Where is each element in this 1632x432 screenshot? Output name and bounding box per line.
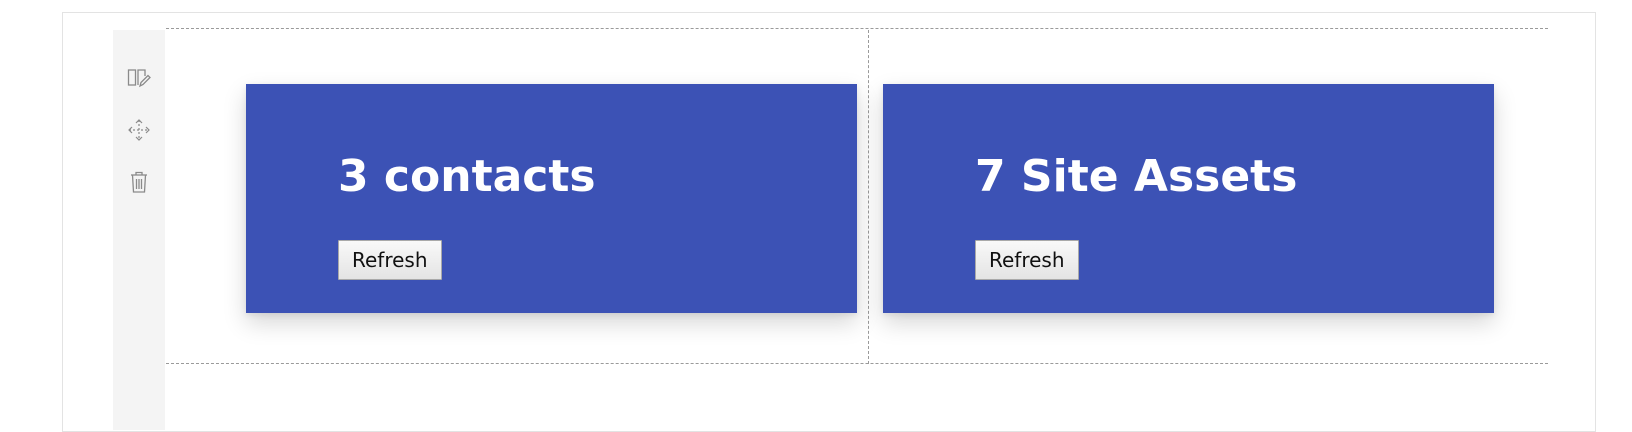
contacts-refresh-button[interactable]: Refresh xyxy=(338,240,442,280)
column-divider xyxy=(868,30,869,364)
edit-webpart-icon xyxy=(127,69,151,88)
move-webpart-button[interactable] xyxy=(125,116,153,144)
delete-icon xyxy=(131,171,147,193)
edit-webpart-button[interactable] xyxy=(125,64,153,92)
contacts-card: 3 contacts Refresh xyxy=(246,84,857,313)
move-icon xyxy=(128,119,150,141)
contacts-count-title: 3 contacts xyxy=(338,151,596,202)
webpart-toolbar xyxy=(113,30,165,430)
site-assets-card: 7 Site Assets Refresh xyxy=(883,84,1494,313)
delete-webpart-button[interactable] xyxy=(125,168,153,196)
site-assets-refresh-button[interactable]: Refresh xyxy=(975,240,1079,280)
site-assets-count-title: 7 Site Assets xyxy=(975,151,1298,202)
